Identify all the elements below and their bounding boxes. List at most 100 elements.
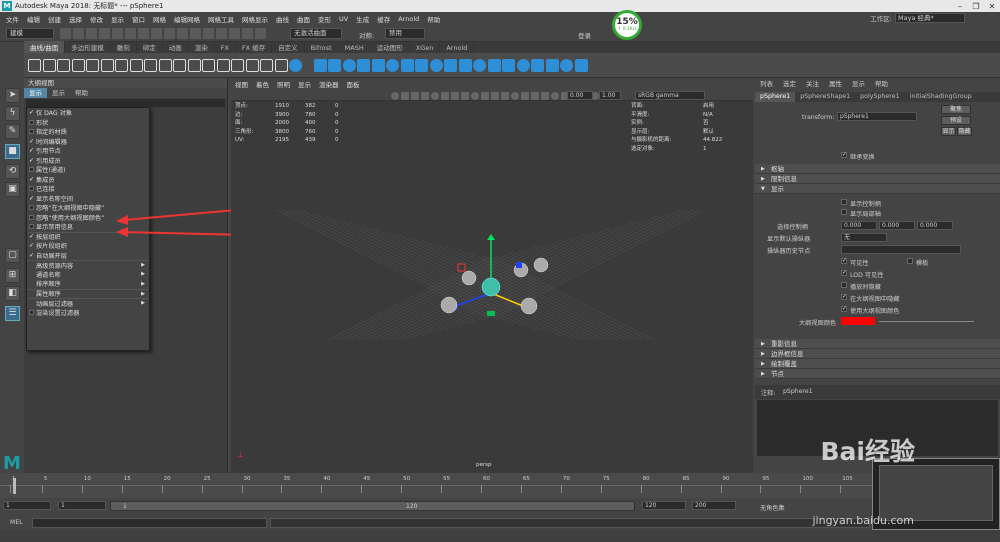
select-tool-icon[interactable]: ➤ — [5, 88, 20, 103]
section-display[interactable]: ▼ 显示 — [755, 184, 1000, 194]
viewport-tool-icon[interactable] — [461, 92, 469, 100]
shelf-tool-icon[interactable] — [342, 59, 356, 72]
shelf-tool-icon[interactable] — [115, 59, 128, 72]
mel-label[interactable]: MEL — [10, 519, 23, 526]
menu-item-3[interactable]: 选择 — [66, 14, 85, 24]
show-local-axis-checkbox[interactable] — [841, 209, 847, 215]
workspace-dropdown[interactable]: Maya 经典* — [895, 13, 965, 23]
shelf-tool-icon[interactable] — [231, 59, 244, 72]
shelf-tab-8[interactable]: 自定义 — [272, 41, 305, 53]
display-menu-item[interactable]: ✓ 自动展开层 — [27, 251, 149, 261]
menu-item-11[interactable]: 曲线 — [273, 14, 292, 24]
display-menu-item[interactable]: 指定的材质 — [27, 127, 149, 137]
display-menu-item[interactable]: 动画层过滤器 ▶ — [27, 298, 149, 308]
shelf-tool-icon[interactable] — [545, 59, 559, 72]
shelf-tool-icon[interactable] — [202, 59, 215, 72]
shelf-tool-icon[interactable] — [487, 59, 501, 72]
shelf-tool-icon[interactable] — [173, 59, 186, 72]
status-tool-icon[interactable] — [255, 28, 266, 39]
display-menu-item[interactable]: 形状 — [27, 118, 149, 128]
display-menu-item[interactable]: 高级资源内容 ▶ — [27, 260, 149, 270]
viewport-tool-icon[interactable] — [481, 92, 489, 100]
viewport-menu-1[interactable]: 着色 — [252, 80, 273, 91]
outliner-search-field[interactable] — [26, 99, 225, 107]
shelf-tool-icon[interactable] — [531, 59, 544, 72]
display-menu-item[interactable]: 排序顺序 ▶ — [27, 279, 149, 289]
viewport-tool-icon[interactable] — [391, 92, 399, 100]
menu-item-5[interactable]: 显示 — [108, 14, 127, 24]
viewport-menu-0[interactable]: 视图 — [231, 80, 252, 91]
shelf-tab-9[interactable]: Bifrost — [305, 43, 339, 53]
paint-select-icon[interactable]: ✎ — [5, 124, 20, 139]
status-tool-icon[interactable] — [203, 28, 214, 39]
default-manipulator-dropdown[interactable]: 无 — [841, 233, 887, 242]
status-tool-icon[interactable] — [216, 28, 227, 39]
shelf-tool-icon[interactable] — [71, 59, 85, 72]
menu-item-9[interactable]: 网格工具 — [205, 14, 237, 24]
shelf-tool-icon[interactable] — [245, 59, 259, 72]
shelf-tool-icon[interactable] — [216, 59, 230, 72]
transform-name-field[interactable]: pSphere1 — [837, 112, 917, 121]
menu-item-17[interactable]: Arnold — [395, 15, 422, 23]
viewport-tool-icon[interactable] — [501, 92, 509, 100]
viewport-tool-icon[interactable] — [421, 92, 429, 100]
playback-start-field[interactable]: 1 — [58, 501, 106, 510]
shelf-tab-10[interactable]: MASH — [339, 43, 371, 53]
display-menu-item[interactable]: ✓ 集成员 — [27, 175, 149, 185]
attr-menu-4[interactable]: 显示 — [847, 78, 870, 90]
shelf-tab-11[interactable]: 运动图形 — [371, 41, 410, 53]
attr-tab-3[interactable]: initialShadingGroup — [905, 92, 977, 102]
inherit-transform-checkbox[interactable]: ✓ — [841, 152, 847, 158]
shelf-tool-icon[interactable] — [444, 59, 457, 72]
colorspace-dropdown[interactable]: sRGB gamma — [635, 91, 705, 100]
status-tool-icon[interactable] — [229, 28, 240, 39]
scale-tool-icon[interactable]: ▣ — [5, 182, 20, 197]
display-menu-item[interactable]: 已连接 — [27, 184, 149, 194]
shelf-tool-icon[interactable] — [502, 59, 515, 72]
menu-item-6[interactable]: 窗口 — [129, 14, 148, 24]
command-input[interactable] — [32, 518, 267, 528]
shelf-tab-6[interactable]: FX — [215, 43, 236, 53]
display-menu-item[interactable]: 属性顺序 ▶ — [27, 288, 149, 298]
shelf-tool-icon[interactable] — [260, 59, 273, 72]
menu-item-13[interactable]: 变形 — [315, 14, 334, 24]
menu-item-7[interactable]: 网格 — [150, 14, 169, 24]
status-tool-icon[interactable] — [138, 28, 149, 39]
shelf-tool-icon[interactable] — [357, 59, 370, 72]
status-tool-icon[interactable] — [73, 28, 84, 39]
display-menu-item[interactable]: ✓ 按层组织 — [27, 231, 149, 241]
start-time-field[interactable]: 1 — [3, 501, 51, 510]
display-menu-item[interactable]: 忽略“在大纲视图中隐藏” — [27, 203, 149, 213]
shelf-tab-12[interactable]: XGen — [410, 43, 441, 53]
viewport-menu-2[interactable]: 照明 — [273, 80, 294, 91]
shelf-tool-icon[interactable] — [144, 59, 157, 72]
shelf-tab-4[interactable]: 动画 — [163, 41, 189, 53]
menu-item-4[interactable]: 修改 — [87, 14, 106, 24]
display-menu-item[interactable]: ✓ 引用成员 — [27, 156, 149, 166]
shelf-tool-icon[interactable] — [129, 59, 143, 72]
shelf-tool-icon[interactable] — [57, 59, 70, 72]
shelf-tool-icon[interactable] — [289, 59, 302, 72]
shelf-tool-icon[interactable] — [473, 59, 486, 72]
attr-section[interactable]: ▶ 边界框信息 — [755, 349, 1000, 359]
attr-section[interactable]: ▶ 重影信息 — [755, 339, 1000, 349]
viewport-menu-3[interactable]: 显示 — [294, 80, 315, 91]
shelf-tool-icon[interactable] — [86, 59, 99, 72]
status-tool-icon[interactable] — [86, 28, 97, 39]
selection-handle-z[interactable]: 0.000 — [917, 221, 953, 230]
attr-tab-0[interactable]: pSphere1 — [755, 92, 796, 102]
shelf-tool-icon[interactable] — [458, 59, 472, 72]
playback-end-field[interactable]: 120 — [642, 501, 686, 510]
end-time-field[interactable]: 200 — [692, 501, 736, 510]
shelf-tool-icon[interactable] — [371, 59, 385, 72]
shelf-tool-icon[interactable] — [386, 59, 399, 72]
hide-on-playback-checkbox[interactable] — [841, 282, 847, 288]
shelf-tab-3[interactable]: 绑定 — [137, 41, 163, 53]
exposure-field[interactable]: 0.00 — [567, 91, 593, 100]
display-menu-item[interactable]: ✓ 按片段组织 — [27, 241, 149, 251]
shelf-tool-icon[interactable] — [313, 59, 327, 72]
attr-section[interactable]: ▶ 绘制覆盖 — [755, 359, 1000, 369]
display-menu-item[interactable]: 通道名称 ▶ — [27, 270, 149, 280]
move-tool-icon[interactable]: ■ — [5, 144, 20, 159]
viewport-tool-icon[interactable] — [491, 92, 499, 100]
